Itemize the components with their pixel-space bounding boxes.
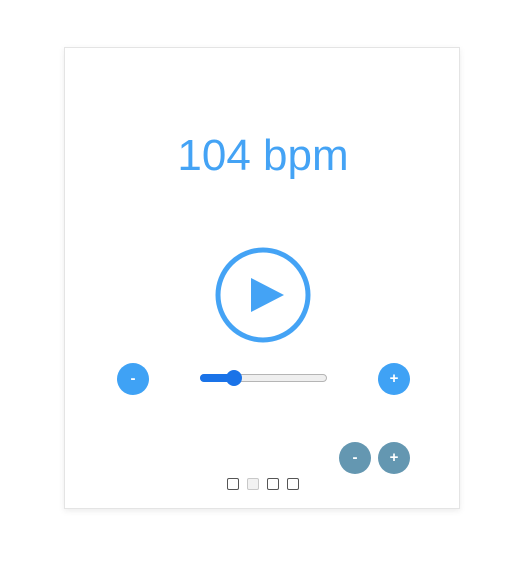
tempo-slider[interactable] [199,368,329,388]
secondary-decrease-button[interactable]: - [339,442,371,474]
play-button[interactable] [215,247,311,343]
beat-indicator [287,478,299,490]
play-icon [251,278,284,312]
tempo-increase-button[interactable]: + [378,363,410,395]
beat-indicator [247,478,259,490]
metronome-card: 104 bpm - + - + [64,47,460,509]
tempo-decrease-button[interactable]: - [117,363,149,395]
secondary-increase-button[interactable]: + [378,442,410,474]
beat-indicator [227,478,239,490]
tempo-display: 104 bpm [177,131,349,180]
beat-indicator [267,478,279,490]
tempo-slider-thumb[interactable] [226,370,243,386]
